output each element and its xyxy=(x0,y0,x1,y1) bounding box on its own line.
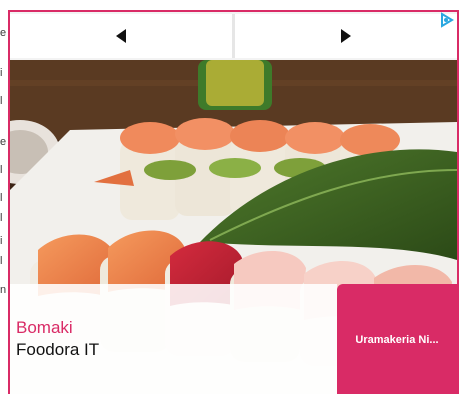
cta-button[interactable]: Uramakeria Ni... xyxy=(337,284,457,394)
ad-title[interactable]: Bomaki xyxy=(16,318,73,338)
prev-button[interactable] xyxy=(10,14,235,58)
ad-banner: e i l e l l l i l n Bomaki Foodora IT Ur… xyxy=(0,0,461,394)
ad-info-panel[interactable]: Bomaki Foodora IT xyxy=(10,284,337,394)
ad-frame[interactable]: Bomaki Foodora IT Uramakeria Ni... xyxy=(8,10,459,394)
next-button[interactable] xyxy=(235,14,457,58)
triangle-right-icon xyxy=(341,29,351,43)
triangle-left-icon xyxy=(116,29,126,43)
cta-label: Uramakeria Ni... xyxy=(355,334,439,346)
carousel-nav xyxy=(10,12,457,60)
ad-advertiser: Foodora IT xyxy=(16,340,100,359)
adchoices-icon[interactable] xyxy=(439,12,455,28)
